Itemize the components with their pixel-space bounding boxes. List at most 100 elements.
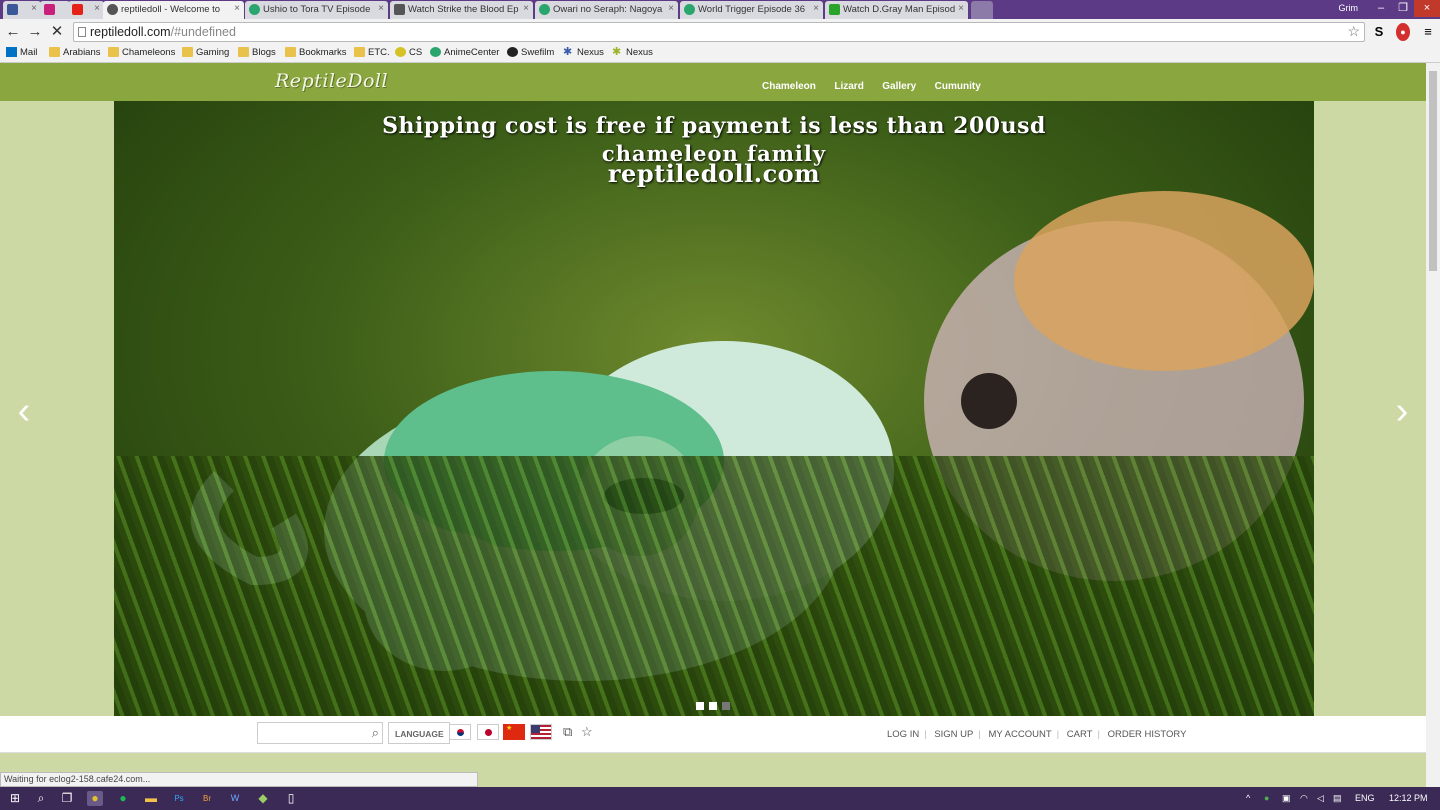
search-icon[interactable]: ⌕ [33,791,49,806]
new-tab-button[interactable] [971,1,993,19]
tab-close-icon[interactable]: × [31,3,37,14]
tab-close-icon[interactable]: × [958,3,964,14]
bookmark-gaming[interactable]: Gaming [182,47,229,58]
my-account-link[interactable]: MY ACCOUNT [988,729,1051,740]
tab-dgray[interactable]: Watch D.Gray Man Episod × [825,1,968,19]
flag-usa-icon[interactable] [530,724,552,740]
tray-app-icon[interactable]: ● [1264,793,1269,803]
spotify-icon[interactable]: ● [115,791,131,806]
tab-owari[interactable]: Owari no Seraph: Nagoya × [535,1,678,19]
wifi-icon[interactable]: ◠ [1300,793,1308,804]
bookmark-cs[interactable]: CS [395,47,422,58]
task-view-icon[interactable]: ❐ [59,791,75,806]
taskbar: ⊞ ⌕ ❐ ● ● ▬ Ps Br W ◆ ▯ ^ ● ▣ ◠ ◁ ▤ ENG … [0,787,1440,810]
bookmark-blogs[interactable]: Blogs [238,47,276,58]
tab-close-icon[interactable]: × [378,3,384,14]
tab-strike-blood[interactable]: Watch Strike the Blood Ep × [390,1,533,19]
tab-youtube[interactable]: × [68,1,104,19]
main-nav: Chameleon Lizard Gallery Cumunity [762,76,995,94]
cart-link[interactable]: CART [1067,729,1093,740]
tab-close-icon[interactable]: × [234,3,240,14]
notification-icon[interactable]: ▤ [1333,793,1342,804]
chat-icon[interactable]: ◆ [255,791,271,806]
tab-reptiledoll[interactable]: reptiledoll - Welcome to × [103,1,244,19]
tab-world-trigger[interactable]: World Trigger Episode 36 × [680,1,823,19]
volume-icon[interactable]: ◁ [1317,793,1324,804]
favorite-star-icon[interactable]: ☆ [581,724,593,740]
bookmark-swefilm[interactable]: Swefilm [507,47,554,58]
address-bar[interactable]: reptiledoll.com/#undefined ☆ [73,22,1365,42]
menu-icon[interactable]: ≡ [1420,23,1436,41]
bridge-icon[interactable]: Br [199,791,215,806]
minimize-icon[interactable]: – [1370,0,1392,17]
tab-close-icon[interactable]: × [94,3,100,14]
bookmark-animecenter[interactable]: AnimeCenter [430,47,499,58]
site-icon [684,4,695,15]
bookmark-nexus-2[interactable]: ✱ Nexus [612,46,653,59]
file-explorer-icon[interactable]: ▬ [143,791,159,806]
tab-title: World Trigger Episode 36 [698,4,806,15]
copy-icon[interactable]: ⧉ [563,724,572,740]
nav-lizard[interactable]: Lizard [834,81,863,92]
adblock-icon[interactable]: ● [1396,23,1410,41]
tray-arrow-icon[interactable]: ^ [1246,793,1250,803]
page-scrollbar[interactable] [1426,63,1440,787]
tray-app2-icon[interactable]: ▣ [1282,793,1291,804]
scrollbar-thumb[interactable] [1429,71,1437,271]
bookmark-star-icon[interactable]: ☆ [1347,23,1360,40]
slide-dot-2[interactable] [709,702,717,710]
slider-next-icon[interactable]: › [1392,392,1412,430]
tab-close-icon[interactable]: × [813,3,819,14]
bookmark-etc[interactable]: ETC. [354,47,390,58]
nav-cumunity[interactable]: Cumunity [935,81,981,92]
bookmark-nexus-1[interactable]: ✱ Nexus [563,47,604,59]
back-icon[interactable]: ← [4,23,22,41]
flag-korea-icon[interactable] [449,724,471,740]
nav-chameleon[interactable]: Chameleon [762,81,816,92]
folder-icon [182,47,193,57]
site-header: ReptileDoll Chameleon Lizard Gallery Cum… [0,63,1426,101]
web-page: ReptileDoll Chameleon Lizard Gallery Cum… [0,63,1426,787]
language-indicator[interactable]: ENG [1355,793,1375,803]
tab-deviantart[interactable] [40,1,70,19]
order-history-link[interactable]: ORDER HISTORY [1108,729,1187,740]
close-window-icon[interactable]: × [1414,0,1440,17]
forward-icon[interactable]: → [26,23,44,41]
flag-japan-icon[interactable] [477,724,499,740]
animecenter-icon [430,47,441,57]
mail-icon [6,47,17,57]
windows-start-icon[interactable]: ⊞ [7,791,23,806]
site-search-input[interactable]: ⌕ [257,722,383,744]
folder-icon [49,47,60,57]
flag-china-icon[interactable] [503,724,525,740]
nexus-icon: ✱ [612,46,622,58]
extension-s-icon[interactable]: S [1372,23,1386,41]
document-icon[interactable]: ▯ [283,791,299,806]
stop-loading-icon[interactable]: ✕ [48,23,66,41]
bookmark-bookmarks[interactable]: Bookmarks [285,47,347,58]
slide-dot-1[interactable] [696,702,704,710]
tab-close-icon[interactable]: × [668,3,674,14]
bookmark-mail[interactable]: Mail [6,47,37,58]
login-link[interactable]: LOG IN [887,729,919,740]
site-icon [249,4,260,15]
tab-title: Owari no Seraph: Nagoya [553,4,663,15]
tab-facebook[interactable]: × [3,1,41,19]
profile-name[interactable]: Grim [1339,3,1359,13]
slider-prev-icon[interactable]: ‹ [14,392,34,430]
nav-gallery[interactable]: Gallery [882,81,916,92]
photoshop-icon[interactable]: Ps [171,791,187,806]
chrome-icon[interactable]: ● [87,791,103,806]
search-icon[interactable]: ⌕ [372,725,379,741]
bookmark-arabians[interactable]: Arabians [49,47,101,58]
tab-title: Watch Strike the Blood Ep [408,4,519,15]
word-icon[interactable]: W [227,791,243,806]
clock[interactable]: 12:12 PM [1389,793,1428,803]
bookmark-chameleons[interactable]: Chameleons [108,47,175,58]
slide-dot-3[interactable] [722,702,730,710]
tab-ushio[interactable]: Ushio to Tora TV Episode × [245,1,388,19]
maximize-icon[interactable]: ❐ [1392,0,1414,17]
tab-close-icon[interactable]: × [523,3,529,14]
signup-link[interactable]: SIGN UP [934,729,973,740]
site-logo[interactable]: ReptileDoll [275,70,388,92]
